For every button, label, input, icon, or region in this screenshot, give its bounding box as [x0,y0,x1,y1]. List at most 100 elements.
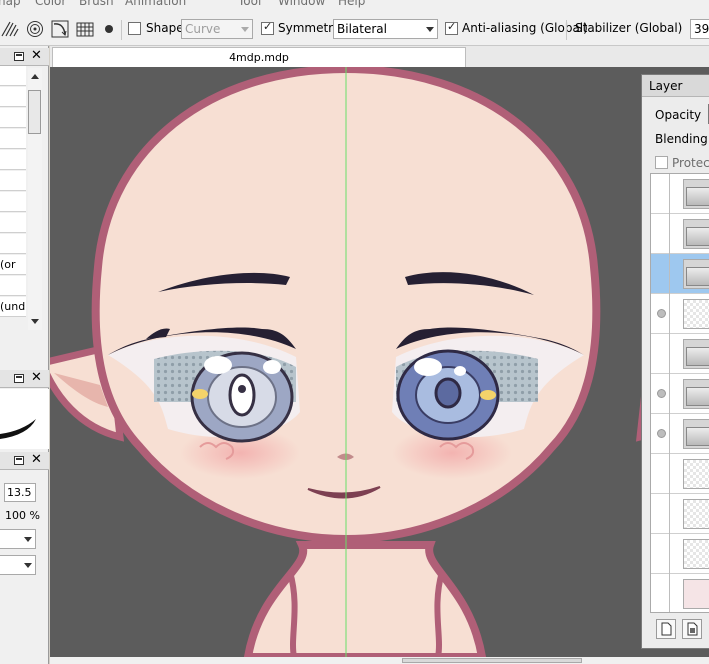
blending-label: Blending [655,132,708,146]
layer-row[interactable] [651,374,709,414]
layer-row-divider [669,214,670,254]
parallel-ruler-icon[interactable] [1,20,19,38]
layer-row-divider [669,534,670,574]
menu-item-window[interactable]: Window [278,0,325,8]
brush-size-field[interactable]: 13.5 [4,483,36,502]
chevron-down-icon [241,27,249,32]
panel-header-brush-settings: ✕ [0,452,49,470]
menu-item-color[interactable]: Color [35,0,66,8]
list-item[interactable] [0,66,26,86]
list-item[interactable] [0,150,26,170]
panel-header-brush-preview: ✕ [0,370,49,388]
canvas[interactable] [50,67,709,657]
folder-icon [683,339,709,369]
layer-list [650,173,709,613]
menu-item-animation[interactable]: Animation [125,0,186,8]
shape-select[interactable]: Curve [181,19,253,39]
layer-panel: Layer Opacity Blending Protect [641,74,709,649]
protect-alpha-label: Protect [672,156,709,170]
folder-icon [683,179,709,209]
new-layer-button[interactable] [656,619,676,639]
symmetry-select[interactable]: Bilateral [333,19,438,39]
layer-row[interactable] [651,294,709,334]
list-item[interactable] [0,276,26,296]
dock-icon[interactable] [14,456,24,465]
brush-list-scrollbar[interactable] [28,68,42,330]
scroll-up-icon[interactable] [31,73,39,79]
layer-row-divider [669,254,670,294]
layer-thumbnail [683,539,709,569]
dock-icon[interactable] [14,374,24,383]
scroll-down-icon[interactable] [31,319,39,325]
toolbar: Shape Curve Symmetry Bilateral Anti-alia… [0,8,709,46]
layer-row-divider [669,414,670,454]
layer-row-selected[interactable] [651,254,709,294]
visibility-icon[interactable] [657,309,666,318]
new-layer-options-button[interactable] [682,619,702,639]
list-item[interactable] [0,87,26,107]
stabilizer-label: Stabilizer (Global) [575,21,683,35]
concentric-ruler-icon[interactable] [26,20,44,38]
layer-row-divider [669,334,670,374]
layer-row[interactable] [651,334,709,374]
curve-ruler-icon[interactable] [51,20,69,38]
brush-opacity-value: 100 % [5,509,40,522]
brush-mode-select[interactable] [0,529,36,549]
brush-blend-select[interactable] [0,555,36,575]
menu-bar: hap Color Brush Animation Tool Window He… [0,0,709,8]
menu-item-help[interactable]: Help [338,0,365,8]
list-item[interactable]: und) [0,297,26,317]
scrollbar-thumb[interactable] [402,658,582,663]
close-icon[interactable]: ✕ [31,452,42,467]
layer-row[interactable] [651,414,709,454]
panel-header-brush: ✕ [0,48,49,66]
grid-ruler-icon[interactable] [76,20,94,38]
layer-row[interactable] [651,214,709,254]
folder-icon [683,219,709,249]
list-item[interactable] [0,171,26,191]
dock-icon[interactable] [14,52,24,61]
toolbar-divider [566,20,567,40]
stabilizer-select[interactable]: 39 [690,19,709,39]
list-item[interactable] [0,213,26,233]
anti-aliasing-label: Anti-aliasing (Global) [462,21,588,35]
protect-alpha-checkbox[interactable] [655,156,668,169]
folder-icon [683,379,709,409]
dot-icon[interactable] [101,20,119,38]
symmetry-checkbox[interactable] [261,20,274,35]
layer-thumbnail [683,459,709,489]
visibility-icon[interactable] [657,429,666,438]
layer-row[interactable] [651,494,709,534]
layer-row[interactable] [651,534,709,574]
new-page-icon [661,622,672,636]
menu-item-tool[interactable]: Tool [238,0,261,8]
canvas-horizontal-scrollbar[interactable] [50,657,709,664]
chevron-down-icon [426,27,434,32]
stabilizer-select-value: 39 [694,22,709,36]
list-item[interactable]: or) [0,255,26,275]
list-item[interactable] [0,129,26,149]
layer-row[interactable] [651,454,709,494]
shape-select-value: Curve [185,22,221,36]
close-icon[interactable]: ✕ [31,370,42,385]
layer-row-divider [669,174,670,214]
chevron-down-icon [24,537,32,542]
chevron-down-icon [24,563,32,568]
visibility-icon[interactable] [657,389,666,398]
anti-aliasing-checkbox[interactable] [445,20,458,35]
list-item[interactable] [0,234,26,254]
layer-row-divider [669,454,670,494]
shape-checkbox[interactable] [128,22,141,35]
scrollbar-thumb[interactable] [28,90,41,134]
menu-item-hap[interactable]: hap [0,0,21,8]
layer-row[interactable] [651,174,709,214]
close-icon[interactable]: ✕ [31,48,42,63]
layer-row[interactable] [651,574,709,612]
menu-item-brush[interactable]: Brush [79,0,114,8]
layer-row-divider [669,374,670,414]
brush-stroke-preview [0,389,49,449]
list-item[interactable] [0,192,26,212]
document-tab[interactable]: 4mdp.mdp [52,47,466,67]
list-item[interactable] [0,108,26,128]
layer-options-icon [687,622,698,636]
